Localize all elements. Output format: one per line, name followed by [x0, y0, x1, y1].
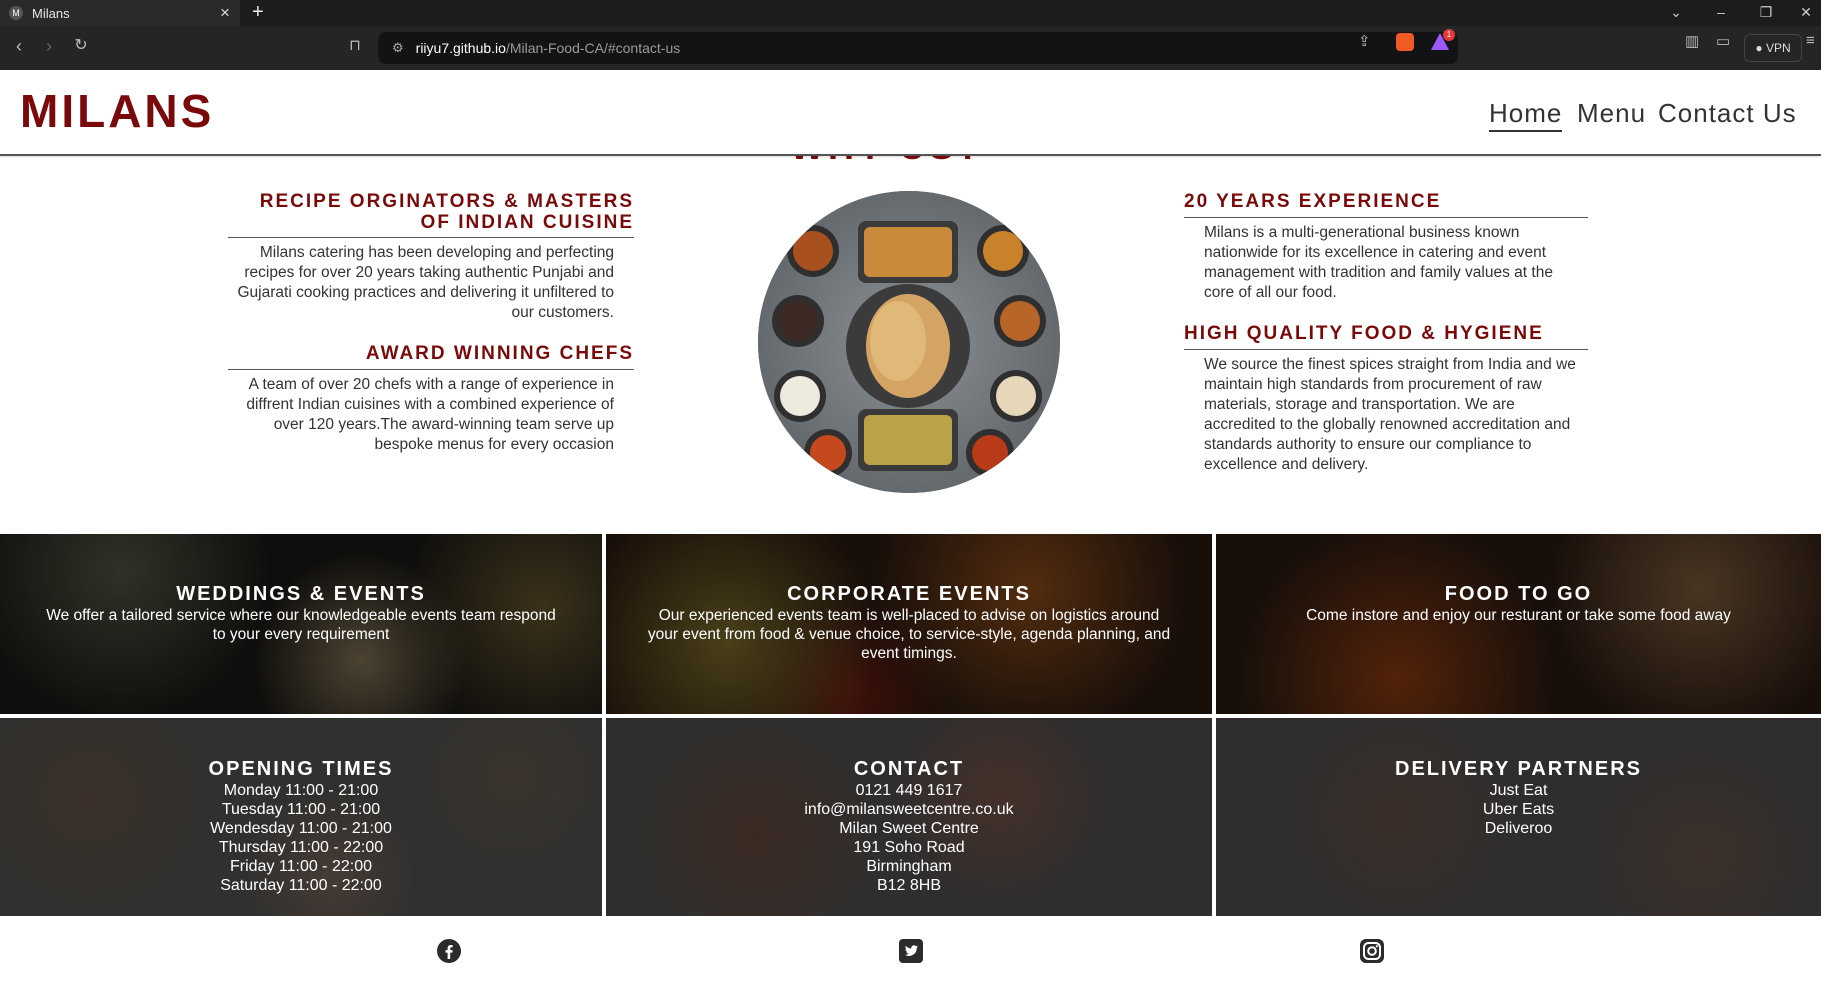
feature-text: Milans is a multi-generational business …	[1204, 224, 1553, 301]
browser-toolbar: ‹ › ↻ ⊓ ⚙ riiyu7.github.io /Milan-Food-C…	[0, 26, 1821, 70]
info-tile-delivery-partners: DELIVERY PARTNERS Just Eat Uber Eats Del…	[1216, 718, 1821, 916]
tile-text: We offer a tailored service where our kn…	[46, 607, 556, 643]
tile-text: Our experienced events team is well-plac…	[647, 607, 1171, 662]
url-path: /Milan-Food-CA/#contact-us	[505, 40, 681, 56]
bookmark-icon[interactable]: ⊓	[344, 36, 366, 56]
back-icon[interactable]: ‹	[8, 36, 30, 56]
site-header: MILANS Home Menu Contact Us	[0, 70, 1821, 156]
opening-line: Tuesday 11:00 - 21:00	[221, 801, 381, 818]
site-info-icon[interactable]: ⚙	[392, 40, 404, 56]
vpn-label: VPN	[1765, 41, 1791, 55]
opening-line: Wendesday 11:00 - 21:00	[210, 820, 392, 837]
nav-menu[interactable]: Menu	[1577, 98, 1646, 129]
sidebar-icon[interactable]: ▥	[1685, 32, 1699, 50]
tile-title: DELIVERY PARTNERS	[1395, 758, 1642, 780]
delivery-partner: Uber Eats	[1482, 801, 1555, 818]
facebook-icon[interactable]	[436, 938, 462, 964]
close-window-icon[interactable]: ✕	[1791, 0, 1821, 26]
url-host: riiyu7.github.io	[415, 40, 506, 56]
minimize-icon[interactable]: –	[1706, 0, 1736, 26]
menu-icon[interactable]: ≡	[1806, 32, 1815, 49]
feature-title: 20 YEARS EXPERIENCE	[1184, 191, 1442, 212]
address-line: Milan Sweet Centre	[839, 820, 979, 837]
nav-home[interactable]: Home	[1489, 98, 1563, 132]
restore-icon[interactable]: ❐	[1751, 0, 1781, 26]
delivery-partner: Deliveroo	[1484, 820, 1553, 837]
tile-title: WEDDINGS & EVENTS	[176, 583, 426, 605]
tile-title: CORPORATE EVENTS	[787, 583, 1031, 605]
feature-text: We source the finest spices straight fro…	[1204, 356, 1576, 473]
logo[interactable]: MILANS	[20, 84, 214, 138]
instagram-icon[interactable]	[1359, 938, 1385, 964]
chevron-down-icon[interactable]: ⌄	[1661, 0, 1691, 26]
address-line: 191 Soho Road	[853, 839, 965, 856]
divider	[228, 237, 634, 238]
close-icon[interactable]: ×	[214, 3, 236, 23]
divider	[1184, 349, 1588, 350]
wallet-icon[interactable]: ▭	[1716, 32, 1730, 50]
opening-line: Friday 11:00 - 22:00	[229, 858, 372, 875]
reload-icon[interactable]: ↻	[70, 36, 92, 56]
share-icon[interactable]: ⇪	[1358, 32, 1371, 50]
address-line: B12 8HB	[876, 877, 942, 894]
tile-title: OPENING TIMES	[208, 758, 394, 780]
address-line: Birmingham	[866, 858, 952, 875]
service-tile-food-to-go: FOOD TO GO Come instore and enjoy our re…	[1216, 534, 1821, 714]
email-link[interactable]: info@milansweetcentre.co.uk	[606, 800, 1212, 819]
thali-image	[758, 191, 1060, 493]
opening-line: Saturday 11:00 - 22:00	[220, 877, 382, 894]
opening-line: Monday 11:00 - 21:00	[223, 782, 379, 799]
new-tab-icon[interactable]: +	[252, 0, 264, 26]
brave-shields-icon[interactable]	[1396, 33, 1414, 51]
service-tile-weddings: WEDDINGS & EVENTS We offer a tailored se…	[0, 534, 602, 714]
info-tile-contact: CONTACT 0121 449 1617 info@milansweetcen…	[606, 718, 1212, 916]
tab-title: Milans	[32, 5, 70, 21]
tile-title: CONTACT	[853, 758, 965, 780]
delivery-partner: Just Eat	[1489, 782, 1548, 799]
feature-title: RECIPE ORGINATORS & MASTERS OF INDIAN CU…	[259, 191, 634, 233]
rewards-badge: 1	[1443, 29, 1455, 41]
forward-icon[interactable]: ›	[38, 36, 60, 56]
feature-text: A team of over 20 chefs with a range of …	[246, 376, 614, 453]
info-tile-opening-times: OPENING TIMES Monday 11:00 - 21:00 Tuesd…	[0, 718, 602, 916]
browser-tab[interactable]: M Milans ×	[0, 0, 240, 26]
tab-favicon: M	[9, 6, 23, 20]
divider	[1184, 217, 1588, 218]
phone-number[interactable]: 0121 449 1617	[606, 781, 1212, 800]
browser-tab-bar: M Milans × + ⌄ – ❐ ✕	[0, 0, 1821, 26]
opening-line: Thursday 11:00 - 22:00	[218, 839, 384, 856]
address-bar[interactable]: ⚙ riiyu7.github.io /Milan-Food-CA/#conta…	[378, 32, 1458, 64]
feature-text: Milans catering has been developing and …	[237, 244, 614, 321]
divider	[228, 369, 634, 370]
service-tile-corporate: CORPORATE EVENTS Our experienced events …	[606, 534, 1212, 714]
feature-title: AWARD WINNING CHEFS	[365, 343, 634, 364]
nav-contact-us[interactable]: Contact Us	[1658, 98, 1797, 129]
feature-title: HIGH QUALITY FOOD & HYGIENE	[1184, 323, 1544, 344]
vpn-button[interactable]: ● VPN	[1744, 34, 1802, 62]
tile-text: Come instore and enjoy our resturant or …	[1306, 607, 1731, 624]
tile-title: FOOD TO GO	[1444, 583, 1593, 605]
twitter-icon[interactable]	[898, 938, 924, 964]
